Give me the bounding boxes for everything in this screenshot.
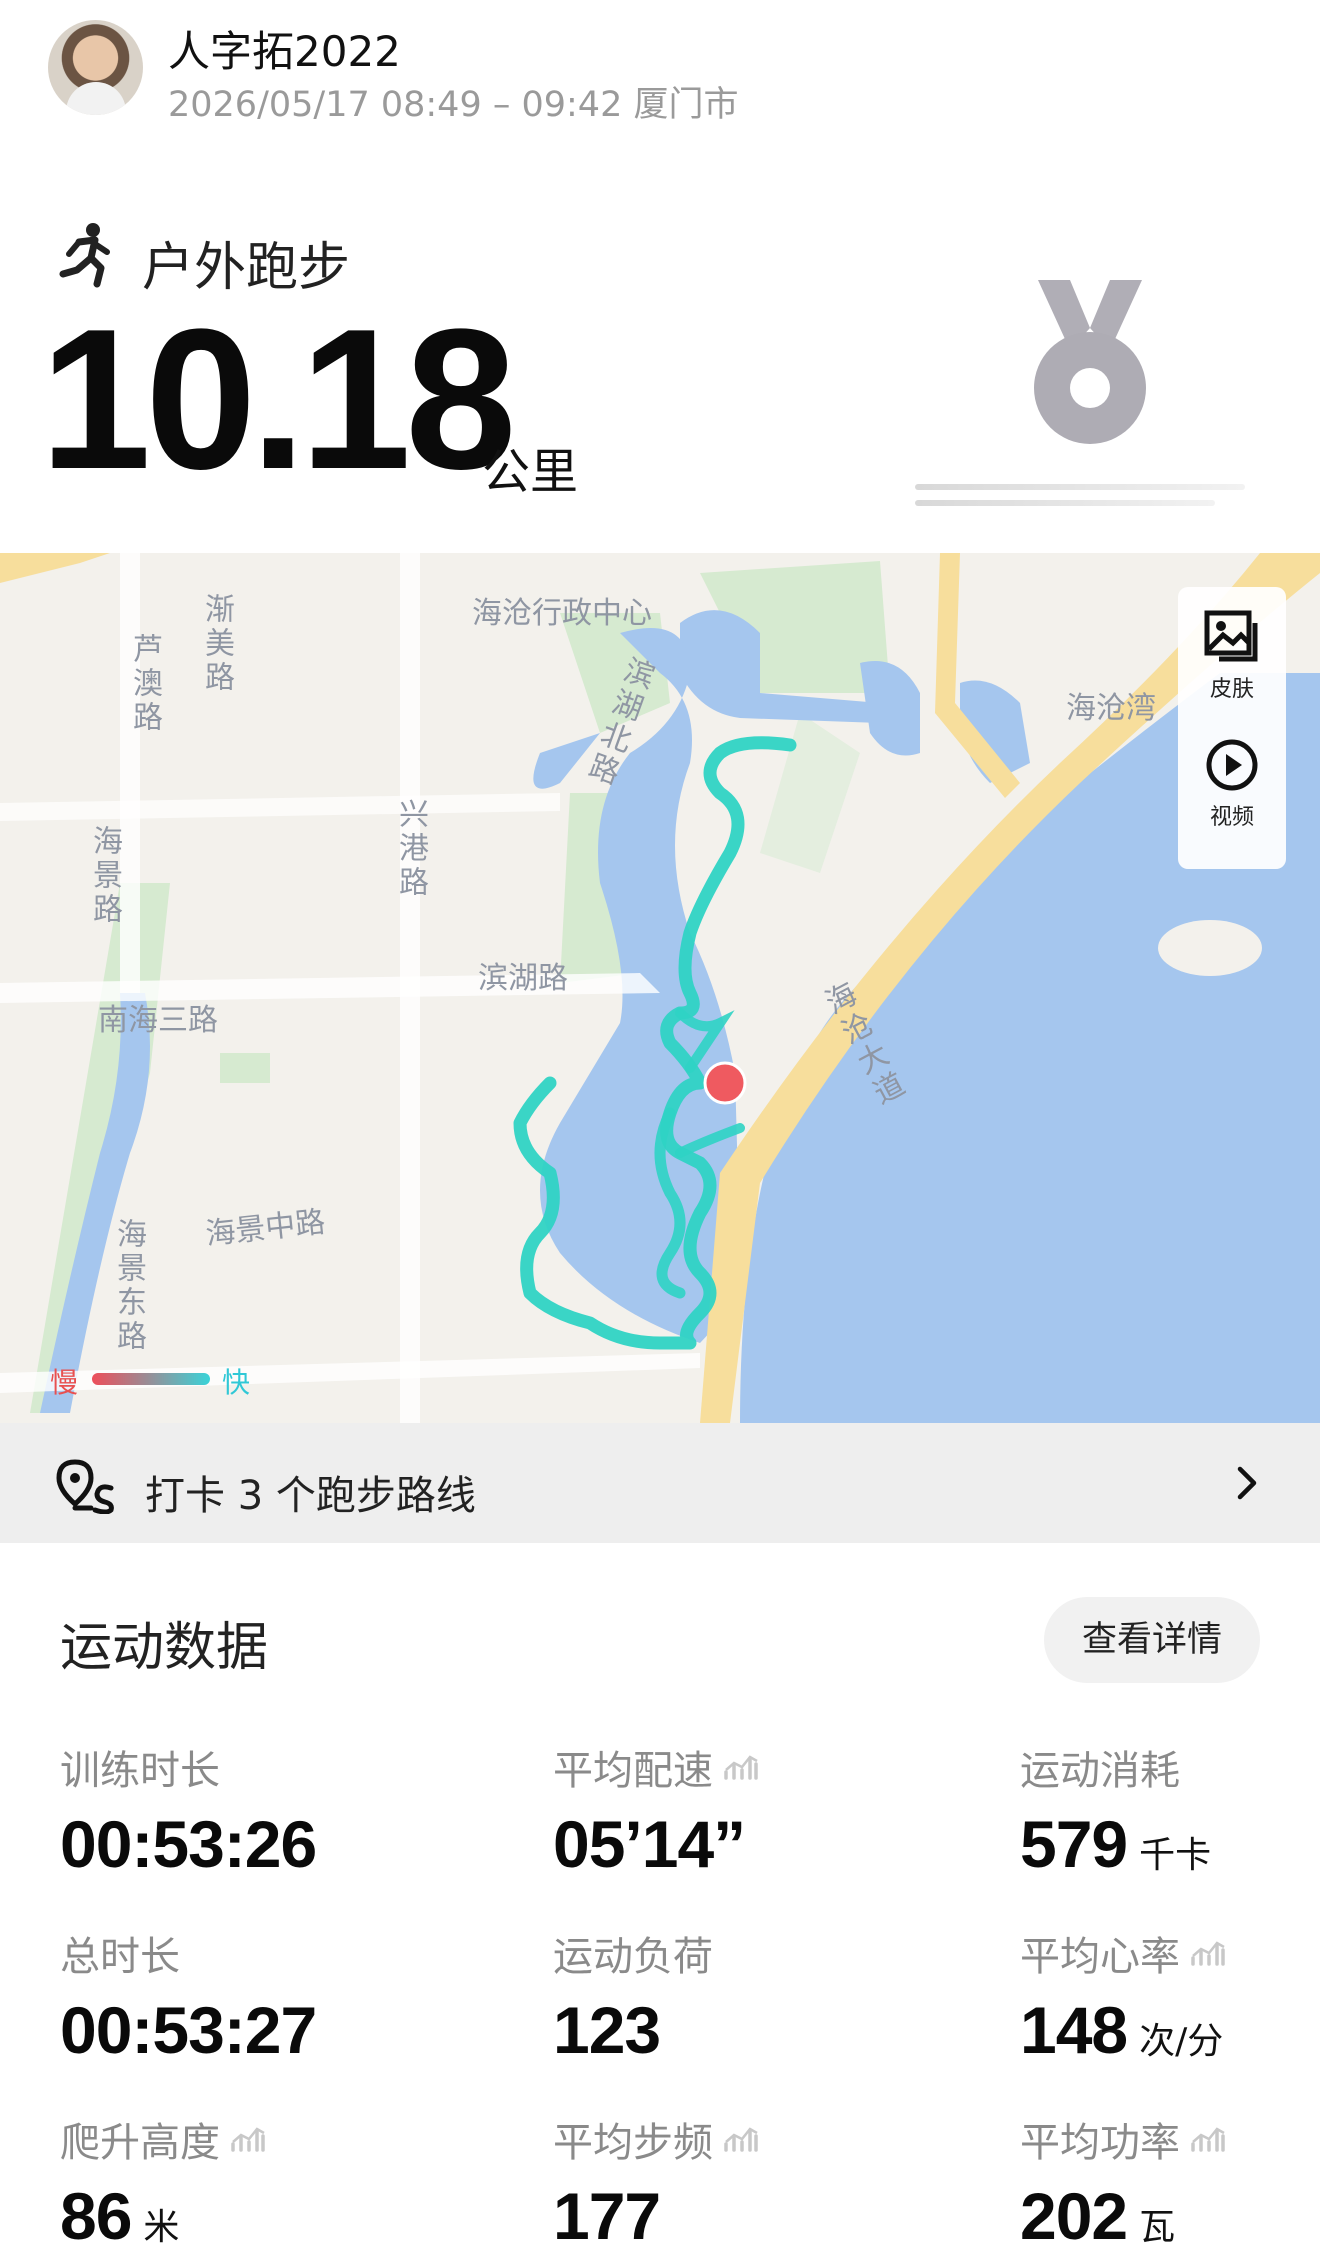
stat-label: 平均心率 xyxy=(1020,1924,1226,1982)
map-label: 南海三路 xyxy=(98,1003,218,1038)
stat-value: 123 xyxy=(553,1992,713,2068)
stat-number: 00:53:26 xyxy=(60,1807,317,1881)
distance-value: 10.18 xyxy=(40,288,516,511)
trend-icon[interactable] xyxy=(1190,1938,1226,1968)
skin-button[interactable]: 皮肤 xyxy=(1178,609,1286,703)
activity-time-location: 2026/05/17 08:49 – 09:42 厦门市 xyxy=(168,85,739,125)
chevron-right-icon xyxy=(1237,1466,1257,1500)
stat-item[interactable]: 爬升高度 86 米 xyxy=(60,2110,266,2246)
legend-fast: 快 xyxy=(222,1366,251,1399)
stat-item[interactable]: 平均配速 05’14” xyxy=(553,1738,759,1882)
route-map[interactable]: 海沧行政中心 滨湖北路 芦澳路 渐美路 海景路 兴港路 滨湖路 南海三路 海景中… xyxy=(0,553,1320,1423)
stat-label: 总时长 xyxy=(60,1934,180,1980)
stat-item[interactable]: 平均功率 202 瓦 xyxy=(1020,2110,1226,2246)
trend-icon[interactable] xyxy=(1190,2124,1226,2154)
map-side-panel: 皮肤 视频 xyxy=(1178,587,1286,869)
stat-value: 00:53:26 xyxy=(60,1806,317,1882)
stat-value: 202 瓦 xyxy=(1020,2178,1226,2246)
map-label: 兴港路 xyxy=(393,798,428,900)
view-details-button[interactable]: 查看详情 xyxy=(1044,1597,1260,1683)
trend-icon[interactable] xyxy=(230,2124,266,2154)
video-label: 视频 xyxy=(1209,805,1254,830)
video-button[interactable]: 视频 xyxy=(1178,737,1286,831)
play-icon xyxy=(1206,739,1258,791)
stat-value: 00:53:27 xyxy=(60,1992,317,2068)
distance-unit: 公里 xyxy=(482,444,579,500)
stat-unit: 瓦 xyxy=(1139,2207,1176,2246)
route-checkin-bar[interactable]: 打卡 3 个跑步路线 xyxy=(0,1423,1320,1543)
stat-unit: 次/分 xyxy=(1139,2021,1224,2062)
map-label: 海沧湾 xyxy=(1066,691,1156,726)
section-title: 运动数据 xyxy=(60,1618,269,1678)
stat-number: 86 xyxy=(60,2179,132,2246)
legend-slow: 慢 xyxy=(50,1366,79,1399)
stat-value: 579 千卡 xyxy=(1020,1806,1211,1882)
skin-label: 皮肤 xyxy=(1209,677,1254,702)
trend-icon[interactable] xyxy=(723,1752,759,1782)
medal-icon[interactable] xyxy=(1030,278,1150,448)
stat-label: 运动负荷 xyxy=(553,1934,713,1980)
header: 人字拓2022 2026/05/17 08:49 – 09:42 厦门市 xyxy=(0,0,1320,140)
stat-label: 平均功率 xyxy=(1020,2110,1226,2168)
stat-number: 148 xyxy=(1020,1993,1128,2067)
image-icon xyxy=(1204,610,1258,662)
stat-unit: 千卡 xyxy=(1139,1835,1212,1876)
running-icon xyxy=(59,223,110,288)
map-label: 海景路 xyxy=(87,825,122,927)
map-label: 海沧行政中心 xyxy=(472,596,652,631)
stat-number: 579 xyxy=(1020,1807,1128,1881)
stat-item[interactable]: 平均步频 177 xyxy=(553,2110,759,2246)
stat-number: 123 xyxy=(553,1993,661,2067)
stat-item: 训练时长 00:53:26 xyxy=(60,1738,317,1882)
stat-label: 训练时长 xyxy=(60,1748,220,1794)
blurred-text xyxy=(915,500,1215,506)
stat-value: 148 次/分 xyxy=(1020,1992,1226,2068)
stat-number: 05’14” xyxy=(553,1807,746,1881)
avatar[interactable] xyxy=(48,20,143,115)
map-label: 芦澳路 xyxy=(127,633,162,735)
route-checkin-text: 打卡 3 个跑步路线 xyxy=(145,1473,476,1519)
stat-item[interactable]: 平均心率 148 次/分 xyxy=(1020,1924,1226,2068)
stat-label: 平均步频 xyxy=(553,2110,759,2168)
trend-icon[interactable] xyxy=(723,2124,759,2154)
pace-legend-bar xyxy=(92,1373,210,1385)
stat-label: 平均配速 xyxy=(553,1738,759,1796)
stat-label: 运动消耗 xyxy=(1020,1748,1180,1794)
route-pin-icon xyxy=(56,1459,114,1514)
stat-item: 运动负荷 123 xyxy=(553,1924,713,2068)
stat-value: 05’14” xyxy=(553,1806,759,1882)
stat-unit: 米 xyxy=(143,2207,180,2246)
map-label: 海景东路 xyxy=(111,1218,146,1354)
username[interactable]: 人字拓2022 xyxy=(168,18,401,79)
stat-item: 总时长 00:53:27 xyxy=(60,1924,317,2068)
stat-number: 00:53:27 xyxy=(60,1993,317,2067)
stat-label: 爬升高度 xyxy=(60,2110,266,2168)
map-label: 滨湖路 xyxy=(478,961,568,996)
map-label: 渐美路 xyxy=(199,593,234,695)
stat-value: 177 xyxy=(553,2178,759,2246)
stat-number: 202 xyxy=(1020,2179,1128,2246)
stat-number: 177 xyxy=(553,2179,661,2246)
stat-value: 86 米 xyxy=(60,2178,266,2246)
blurred-text xyxy=(915,484,1245,490)
stat-item: 运动消耗 579 千卡 xyxy=(1020,1738,1211,1882)
